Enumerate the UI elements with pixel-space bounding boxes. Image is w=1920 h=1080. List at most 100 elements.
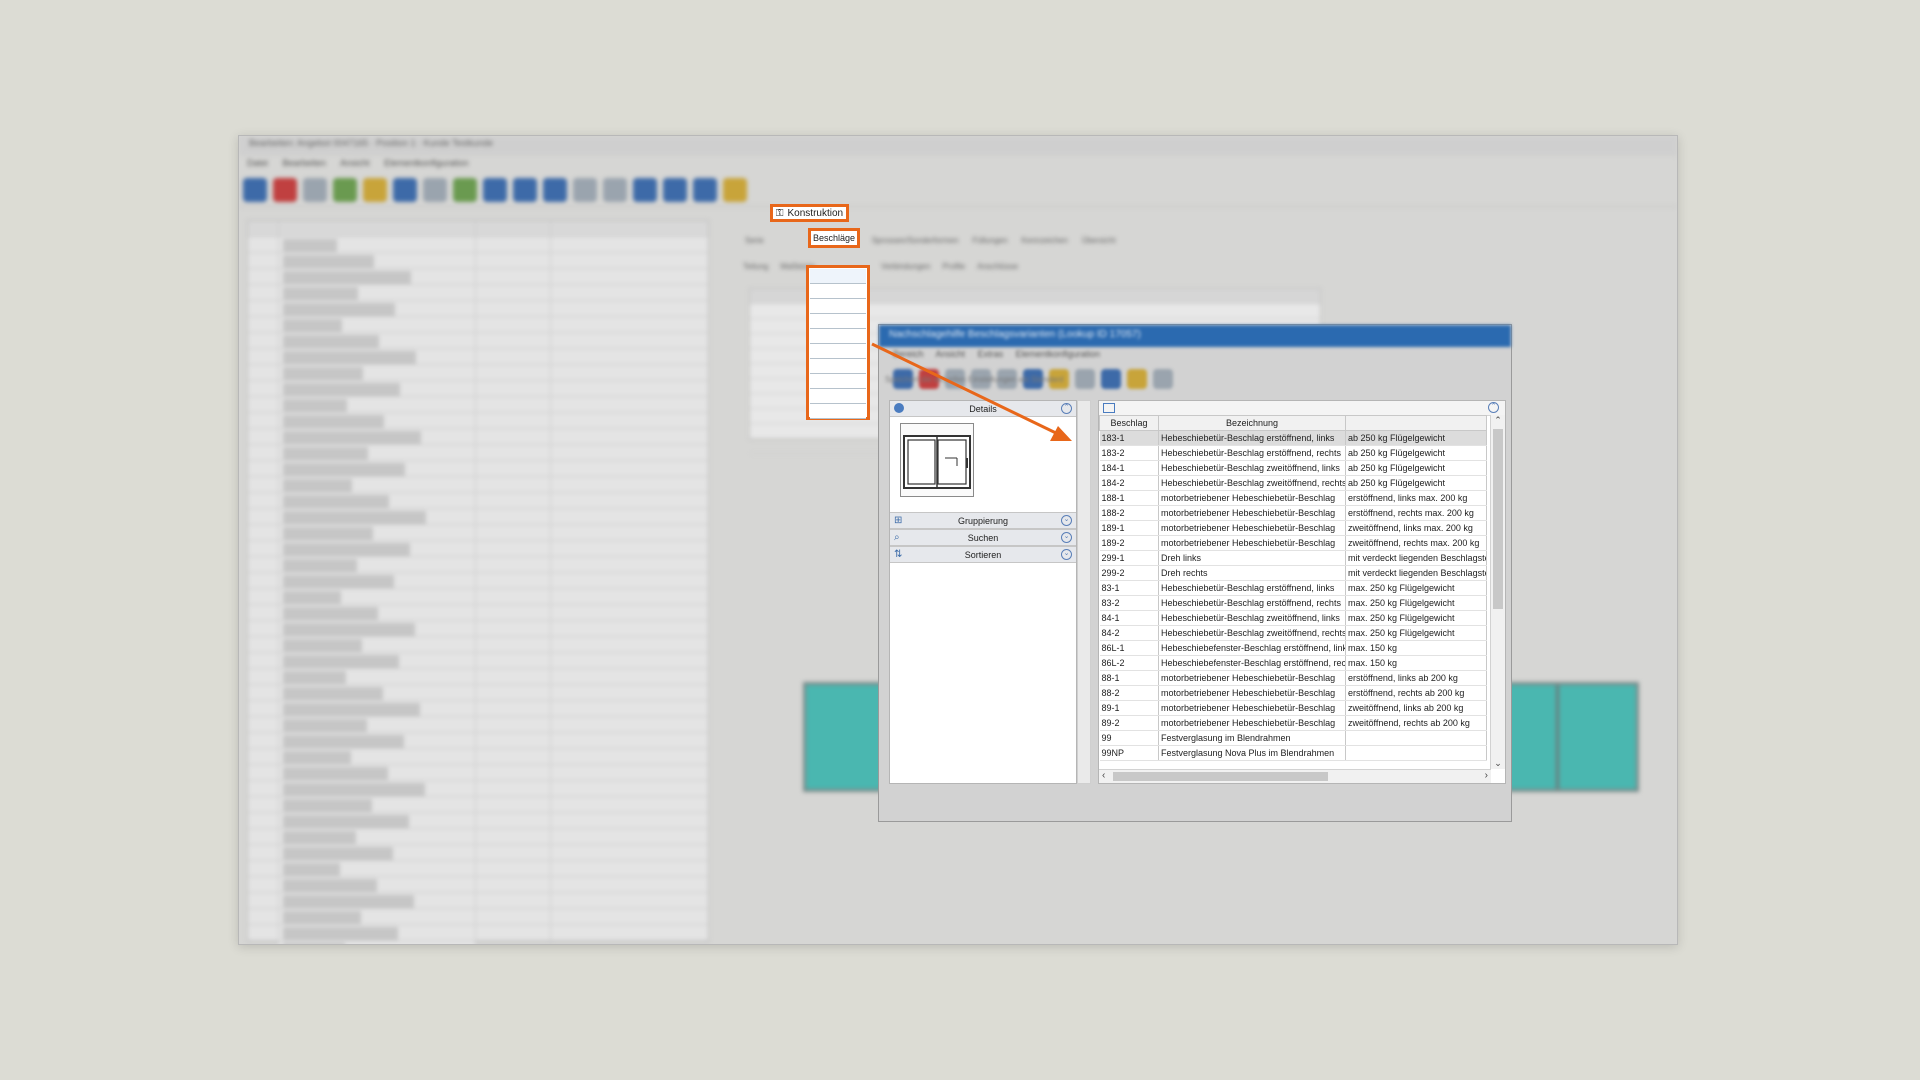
table-row[interactable]: 88-1 motorbetriebener Hebeschiebetür-Besc… xyxy=(1099,670,1487,686)
tab-serie[interactable]: Serie xyxy=(745,236,764,245)
expand-icon[interactable]: ⌄ xyxy=(1061,549,1072,560)
column-header-extra[interactable] xyxy=(1345,415,1487,431)
table-row[interactable]: 89-2 motorbetriebener Hebeschiebetür-Besc… xyxy=(1099,715,1487,731)
table-row[interactable]: 83-2 Hebeschiebetür-Beschlag erstöffnend,… xyxy=(1099,595,1487,611)
dialog-menu-ansicht[interactable]: Ansicht xyxy=(936,349,966,359)
table-row[interactable]: 184-1 Hebeschiebetür-Beschlag zweitöffnen… xyxy=(1099,460,1487,476)
dialog-menu-elementkonfiguration[interactable]: Elementkonfiguration xyxy=(1016,349,1101,359)
table-row[interactable]: 183-1 Hebeschiebetür-Beschlag erstöffnend… xyxy=(1099,430,1487,446)
previous-record-icon[interactable] xyxy=(513,178,537,202)
tool-icon[interactable] xyxy=(333,178,357,202)
layout-icon[interactable] xyxy=(663,178,687,202)
grid-row xyxy=(248,237,708,253)
beschlag-cell[interactable] xyxy=(810,374,866,389)
menu-item-ansicht[interactable]: Ansicht xyxy=(340,158,370,168)
details-header[interactable]: Details ⌃ xyxy=(890,401,1076,417)
expand-icon[interactable]: ⌄ xyxy=(1061,532,1072,543)
table-row[interactable]: 299-1 Dreh links mit verdeckt liegenden Be… xyxy=(1099,550,1487,566)
dialog-chrome: Nachschlagehilfe Beschlagsvarianten (Loo… xyxy=(879,325,1511,393)
suchen-section[interactable]: ⌕ Suchen ⌄ xyxy=(890,529,1076,546)
first-record-icon[interactable] xyxy=(483,178,507,202)
grid-row xyxy=(248,733,708,749)
next-record-icon[interactable] xyxy=(573,178,597,202)
beschlag-cell[interactable] xyxy=(810,314,866,329)
gruppierung-section[interactable]: ⊞ Gruppierung ⌄ xyxy=(890,512,1076,529)
table-row[interactable]: 89-1 motorbetriebener Hebeschiebetür-Besc… xyxy=(1099,700,1487,716)
grid-vertical-scrollbar[interactable]: ⌃ ⌄ xyxy=(1490,415,1505,769)
document-icon[interactable] xyxy=(423,178,447,202)
key-icon[interactable] xyxy=(723,178,747,202)
menu-item-bearbeiten[interactable]: Bearbeiten xyxy=(283,158,327,168)
description-cell: max. 250 kg Flügelgewicht xyxy=(1345,580,1487,596)
scroll-down-icon[interactable]: ⌄ xyxy=(1491,758,1505,769)
close-record-icon[interactable] xyxy=(273,178,297,202)
table-row[interactable]: 84-1 Hebeschiebetür-Beschlag zweitöffnend… xyxy=(1099,610,1487,626)
menu-item-datei[interactable]: Datei xyxy=(247,158,268,168)
beschlag-cell[interactable] xyxy=(810,344,866,359)
beschlag-cell[interactable] xyxy=(810,404,866,419)
bezeichnung-cell: Hebeschiebetür-Beschlag erstöffnend, rec… xyxy=(1158,445,1346,461)
tool-icon[interactable] xyxy=(303,178,327,202)
tab-kennzeichen[interactable]: Kennzeichen xyxy=(1022,236,1068,245)
table-row[interactable]: 183-2 Hebeschiebetür-Beschlag erstöffnend… xyxy=(1099,445,1487,461)
grid-horizontal-scrollbar[interactable]: ‹ › xyxy=(1099,769,1491,783)
beschlag-cell[interactable] xyxy=(810,389,866,404)
table-row[interactable]: 189-1 motorbetriebener Hebeschiebetür-Bes… xyxy=(1099,520,1487,536)
tab-sprossen[interactable]: Sprossen/Sonderformen xyxy=(872,236,959,245)
table-row[interactable]: 188-1 motorbetriebener Hebeschiebetür-Bes… xyxy=(1099,490,1487,506)
table-row[interactable]: 299-2 Dreh rechts mit verdeckt liegenden B… xyxy=(1099,565,1487,581)
grid-row xyxy=(248,669,708,685)
beschlag-cell[interactable] xyxy=(810,299,866,314)
lookup-dialog: Nachschlagehilfe Beschlagsvarianten (Loo… xyxy=(878,324,1512,822)
grid-view-icon[interactable] xyxy=(633,178,657,202)
table-row[interactable]: 99 Festverglasung im Blendrahmen xyxy=(1099,730,1487,746)
beschlag-cell[interactable] xyxy=(810,359,866,374)
table-row[interactable]: 86L-2 Hebeschiebefenster-Beschlag erstöff… xyxy=(1099,655,1487,671)
beschlag-cell[interactable] xyxy=(810,284,866,299)
scroll-thumb[interactable] xyxy=(1113,772,1328,781)
beschlag-column-highlight[interactable] xyxy=(806,265,870,420)
tool-icon[interactable] xyxy=(393,178,417,202)
beschlag-cell[interactable] xyxy=(810,329,866,344)
table-row[interactable]: 88-2 motorbetriebener Hebeschiebetür-Besc… xyxy=(1099,685,1487,701)
grid-icon[interactable] xyxy=(1103,403,1115,413)
subtab-anschluesse[interactable]: Anschlüsse xyxy=(977,262,1018,271)
subtab-teilung[interactable]: Teilung xyxy=(743,262,768,271)
dialog-menu-bereich[interactable]: Bereich xyxy=(893,349,924,359)
tab-konstruktion[interactable]: ⚿ Konstruktion xyxy=(770,204,849,222)
tool-icon[interactable] xyxy=(453,178,477,202)
beschlag-cell[interactable] xyxy=(810,269,866,284)
table-row[interactable]: 83-1 Hebeschiebetür-Beschlag erstöffnend,… xyxy=(1099,580,1487,596)
subtab-verbindungen[interactable]: Verbindungen xyxy=(881,262,930,271)
last-record-icon[interactable] xyxy=(603,178,627,202)
description-cell: max. 250 kg Flügelgewicht xyxy=(1345,610,1487,626)
scroll-right-icon[interactable]: › xyxy=(1485,770,1488,781)
scroll-left-icon[interactable]: ‹ xyxy=(1102,770,1105,781)
table-row[interactable]: 188-2 motorbetriebener Hebeschiebetür-Bes… xyxy=(1099,505,1487,521)
tab-fuellungen[interactable]: Füllungen xyxy=(972,236,1007,245)
column-header-beschlag[interactable]: Beschlag xyxy=(1099,415,1159,431)
grid-row xyxy=(248,397,708,413)
table-row[interactable]: 84-2 Hebeschiebetür-Beschlag zweitöffnend… xyxy=(1099,625,1487,641)
tool-icon[interactable] xyxy=(363,178,387,202)
subtab-profile[interactable]: Profile xyxy=(942,262,965,271)
table-row[interactable]: 184-2 Hebeschiebetür-Beschlag zweitöffnen… xyxy=(1099,475,1487,491)
layout-icon[interactable] xyxy=(693,178,717,202)
table-row[interactable]: 99NP Festverglasung Nova Plus im Blendrah… xyxy=(1099,745,1487,761)
record-dot-icon[interactable] xyxy=(543,178,567,202)
settings-icon[interactable] xyxy=(243,178,267,202)
collapse-icon[interactable]: ⌃ xyxy=(1061,403,1072,414)
table-row[interactable]: 86L-1 Hebeschiebefenster-Beschlag erstöff… xyxy=(1099,640,1487,656)
details-scrollbar[interactable] xyxy=(1077,400,1091,784)
subtab-beschlaege[interactable]: Beschläge xyxy=(808,228,860,248)
expand-icon[interactable]: ⌄ xyxy=(1061,515,1072,526)
collapse-icon[interactable]: ⌃ xyxy=(1488,402,1499,413)
scroll-thumb[interactable] xyxy=(1493,429,1503,609)
dialog-menu-extras[interactable]: Extras xyxy=(978,349,1004,359)
menu-item-elementkonfiguration[interactable]: Elementkonfiguration xyxy=(384,158,469,168)
sortieren-section[interactable]: ⇅ Sortieren ⌄ xyxy=(890,546,1076,563)
tab-uebersicht[interactable]: Übersicht xyxy=(1082,236,1116,245)
column-header-bezeichnung[interactable]: Bezeichnung xyxy=(1158,415,1346,431)
table-row[interactable]: 189-2 motorbetriebener Hebeschiebetür-Bes… xyxy=(1099,535,1487,551)
scroll-up-icon[interactable]: ⌃ xyxy=(1491,415,1505,426)
